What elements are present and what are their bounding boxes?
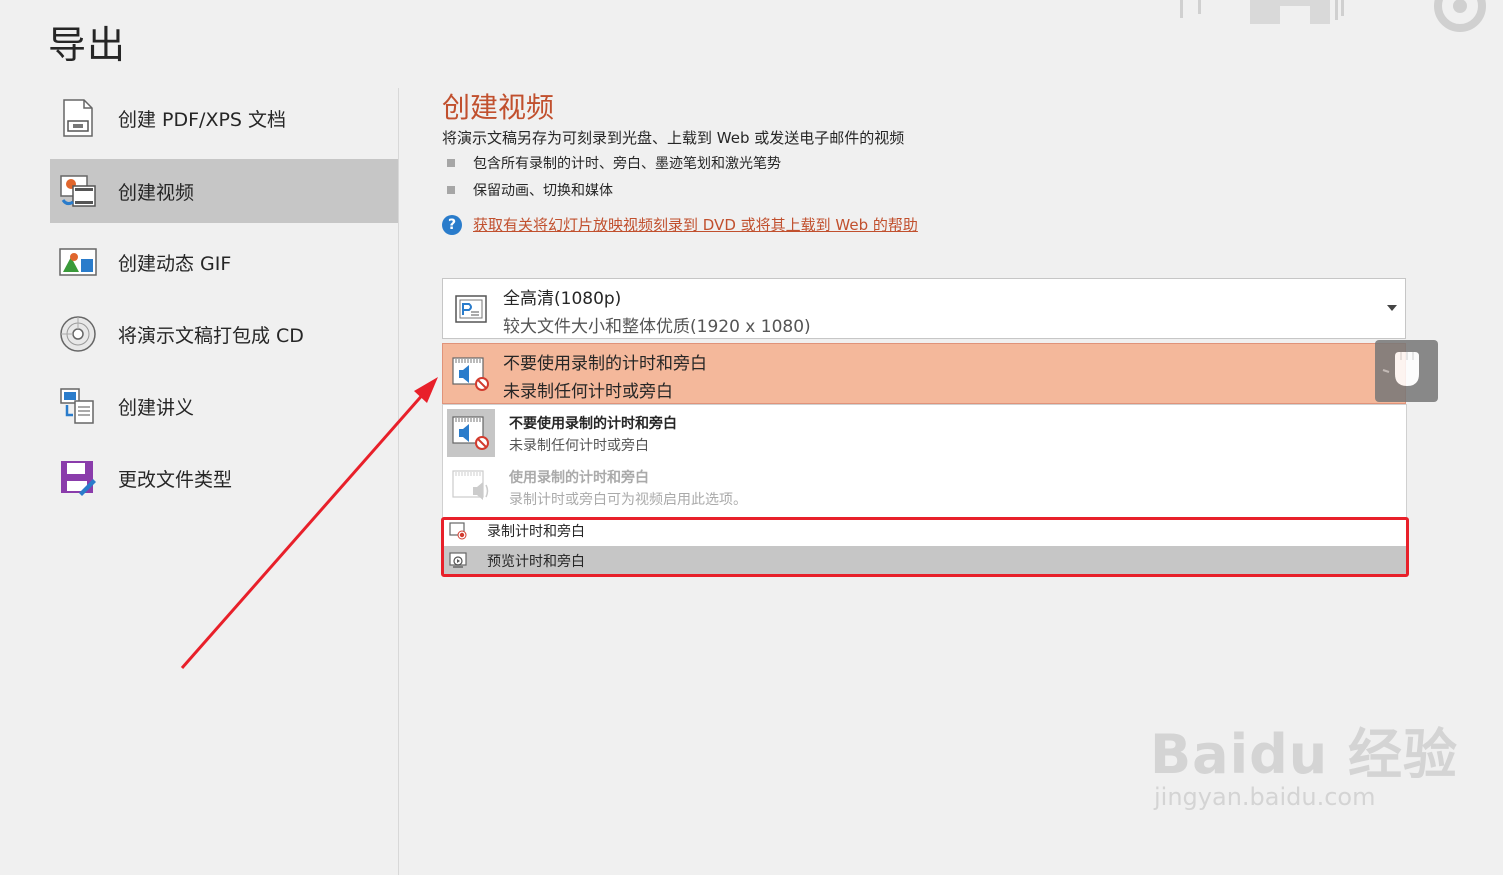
watermark-brand: Baidu 经验 xyxy=(1150,723,1459,786)
hand-cursor-icon xyxy=(1382,352,1419,386)
baidu-watermark: Baidu 经验 jingyan.baidu.com xyxy=(1150,710,1458,811)
scroll-handle[interactable] xyxy=(1375,340,1438,402)
